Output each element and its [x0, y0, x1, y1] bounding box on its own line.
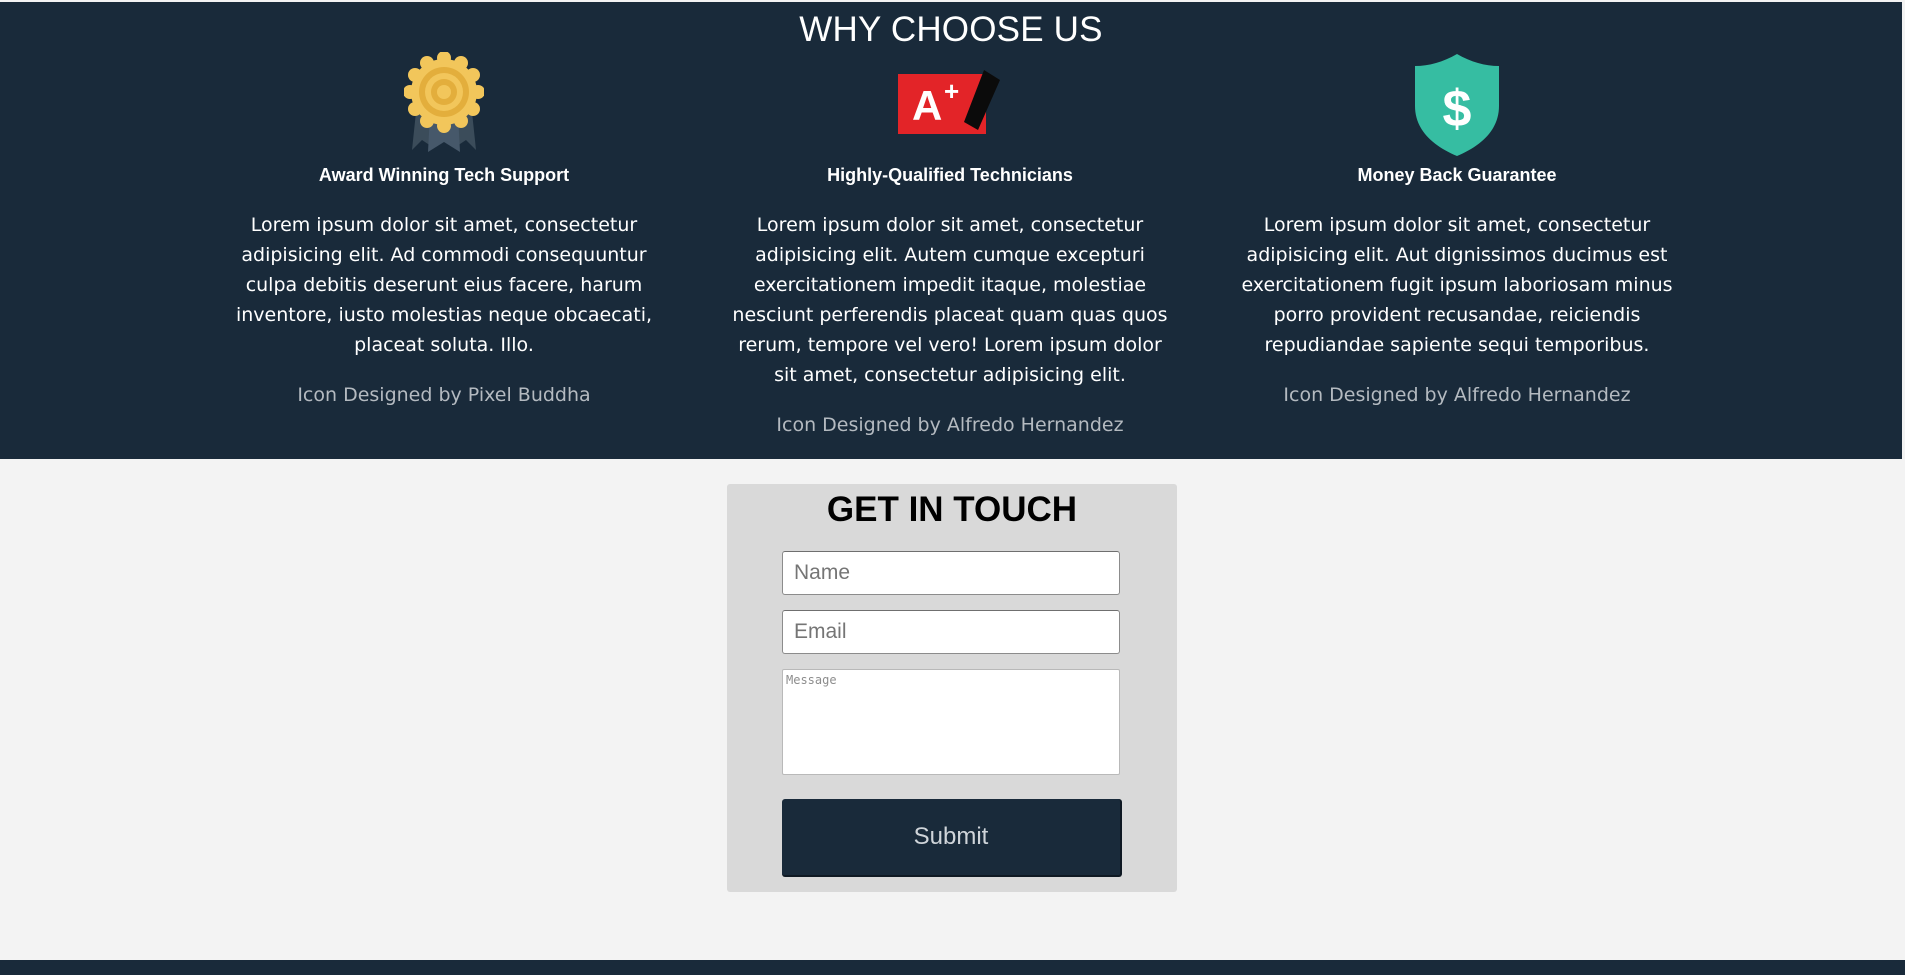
contact-form-panel: GET IN TOUCH Submit [727, 484, 1177, 892]
a-plus-grade-icon: A + [720, 70, 1180, 175]
footer-bar [0, 960, 1905, 975]
svg-text:A: A [912, 82, 942, 129]
dollar-shield-icon: $ [1227, 54, 1687, 159]
award-medal-icon [214, 52, 674, 157]
svg-text:+: + [944, 76, 959, 106]
feature-description: Lorem ipsum dolor sit amet, consectetur … [732, 214, 1168, 386]
message-textarea[interactable] [782, 669, 1120, 775]
section-title: WHY CHOOSE US [799, 10, 1103, 49]
svg-text:$: $ [1443, 80, 1472, 138]
name-input[interactable] [782, 551, 1120, 595]
icon-credit: Icon Designed by Alfredo Hernandez [776, 414, 1124, 436]
feature-title: Highly-Qualified Technicians [827, 165, 1073, 185]
feature-description: Lorem ipsum dolor sit amet, consectetur … [1241, 214, 1673, 356]
submit-button[interactable]: Submit [782, 799, 1122, 877]
feature-title: Money Back Guarantee [1357, 165, 1557, 185]
why-choose-us-section: WHY CHOOSE US Award Winning Tech Support… [0, 2, 1902, 459]
feature-description: Lorem ipsum dolor sit amet, consectetur … [235, 214, 653, 356]
email-input[interactable] [782, 610, 1120, 654]
icon-credit: Icon Designed by Alfredo Hernandez [1283, 384, 1631, 406]
icon-credit: Icon Designed by Pixel Buddha [297, 384, 591, 406]
feature-title: Award Winning Tech Support [318, 165, 570, 185]
contact-title: GET IN TOUCH [826, 490, 1078, 529]
